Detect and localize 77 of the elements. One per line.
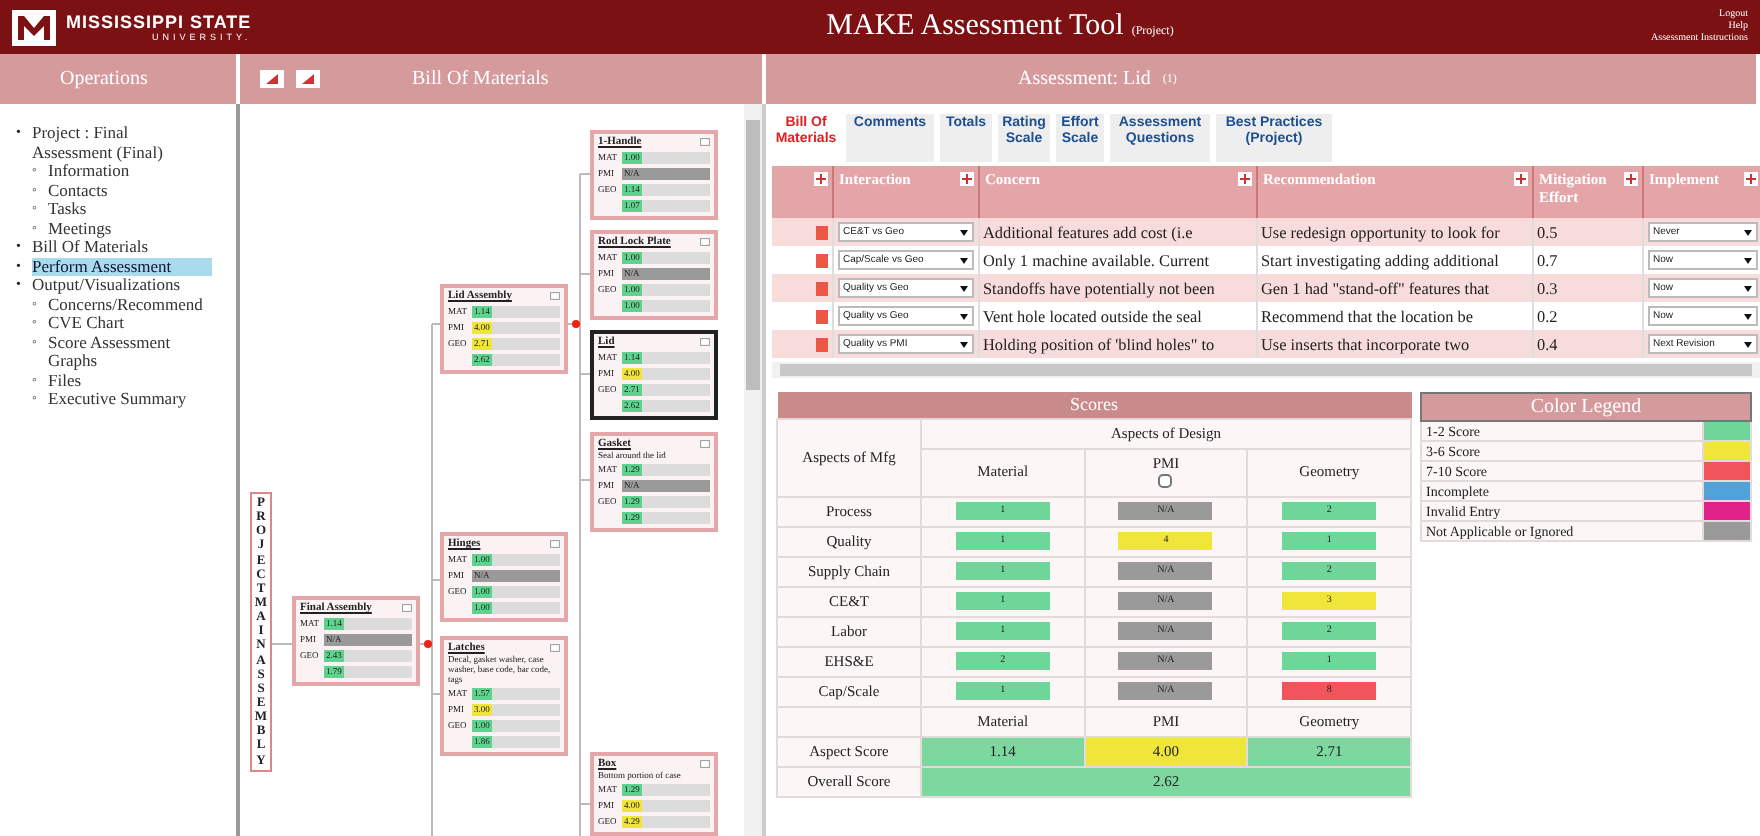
plus-icon	[1625, 174, 1635, 184]
effort-value: 0.7	[1537, 251, 1558, 269]
caret-icon	[959, 285, 967, 291]
nav-item[interactable]: Contacts	[48, 181, 108, 200]
caret-icon	[1743, 313, 1751, 319]
effort-value: 0.5	[1537, 223, 1558, 241]
nav-item[interactable]: Meetings	[48, 219, 112, 238]
caret-icon	[1743, 257, 1751, 263]
junction-dot	[424, 640, 432, 648]
app-title: MAKE Assessment Tool	[826, 10, 1124, 44]
column-menu-button[interactable]	[1237, 172, 1251, 186]
node-menu-icon[interactable]	[700, 138, 710, 146]
nav-item[interactable]: CVE Chart	[48, 314, 125, 333]
nav-item[interactable]: Executive Summary	[48, 390, 187, 409]
effort-value: 0.3	[1537, 279, 1558, 297]
caret-icon	[1743, 285, 1751, 291]
nav-item[interactable]: Concerns/Recommend	[48, 295, 203, 314]
add-button[interactable]	[813, 172, 827, 186]
recommendation-text: Recommend that the location be	[1261, 307, 1473, 325]
column-menu-button[interactable]	[1623, 172, 1637, 186]
connector-line	[271, 643, 293, 645]
recommendation-text: Use redesign opportunity to look for	[1261, 223, 1500, 241]
concern-text: Additional features add cost (i.e	[983, 223, 1193, 241]
panel-title: Bill Of Materials	[412, 68, 549, 90]
panel-title: Operations	[60, 68, 148, 90]
panel-title: Assessment: Lid	[1018, 68, 1151, 90]
nav-item[interactable]: Score Assessment Graphs	[48, 333, 200, 371]
node-menu-icon[interactable]	[550, 292, 560, 300]
effort-value: 0.2	[1537, 307, 1558, 325]
caret-icon	[959, 341, 967, 347]
nav-item[interactable]: Tasks	[48, 200, 87, 219]
university-name: MISSISSIPPI STATE	[66, 12, 252, 32]
caret-icon	[959, 257, 967, 263]
recommendation-text: Gen 1 had "stand-off" features that	[1261, 279, 1490, 297]
node-menu-icon[interactable]	[700, 760, 710, 768]
plus-icon	[961, 174, 971, 184]
recommendation-text: Use inserts that incorporate two	[1261, 335, 1470, 353]
legend-title: Color Legend	[1421, 393, 1751, 421]
nav-item[interactable]: Perform Assessment	[32, 257, 212, 276]
arrow-icon	[266, 74, 278, 84]
node-menu-icon[interactable]	[700, 338, 710, 346]
plus-icon	[1515, 174, 1525, 184]
node-menu-icon[interactable]	[700, 440, 710, 448]
column-menu-button[interactable]	[1513, 172, 1527, 186]
nav-item[interactable]: Files	[48, 371, 82, 390]
recommendation-text: Start investigating adding additional	[1261, 251, 1499, 269]
scores-title: Scores	[777, 392, 1411, 418]
caret-icon	[959, 229, 967, 235]
node-menu-icon[interactable]	[700, 238, 710, 246]
node-menu-icon[interactable]	[550, 540, 560, 548]
nav-item[interactable]: Output/Visualizations	[32, 276, 181, 295]
node-menu-icon[interactable]	[402, 604, 412, 612]
column-menu-button[interactable]	[1743, 172, 1757, 186]
column-menu-button[interactable]	[959, 172, 973, 186]
collapse-button[interactable]	[296, 70, 320, 88]
junction-dot	[572, 320, 580, 328]
plus-icon	[1745, 174, 1755, 184]
concern-text: Only 1 machine available. Current	[983, 251, 1209, 269]
logo-icon	[12, 9, 56, 45]
nav-item[interactable]: Project : Final Assessment (Final)	[32, 124, 200, 162]
scroll-thumb[interactable]	[780, 364, 1752, 376]
nav-item[interactable]: Bill Of Materials	[32, 238, 149, 257]
expand-button[interactable]	[260, 70, 284, 88]
plus-icon	[815, 174, 825, 184]
effort-value: 0.4	[1537, 335, 1558, 353]
caret-icon	[959, 313, 967, 319]
checkbox[interactable]	[1158, 474, 1173, 488]
concern-text: Holding position of 'blind holes" to	[983, 335, 1215, 353]
concern-text: Vent hole located outside the seal	[983, 307, 1202, 325]
node-menu-icon[interactable]	[550, 644, 560, 652]
scroll-thumb[interactable]	[746, 120, 760, 390]
nav-item[interactable]: Information	[48, 162, 130, 181]
concern-text: Standoffs have potentially not been	[983, 279, 1215, 297]
plus-icon	[1239, 174, 1249, 184]
caret-icon	[1743, 229, 1751, 235]
arrow-icon	[302, 74, 314, 84]
caret-icon	[1743, 341, 1751, 347]
